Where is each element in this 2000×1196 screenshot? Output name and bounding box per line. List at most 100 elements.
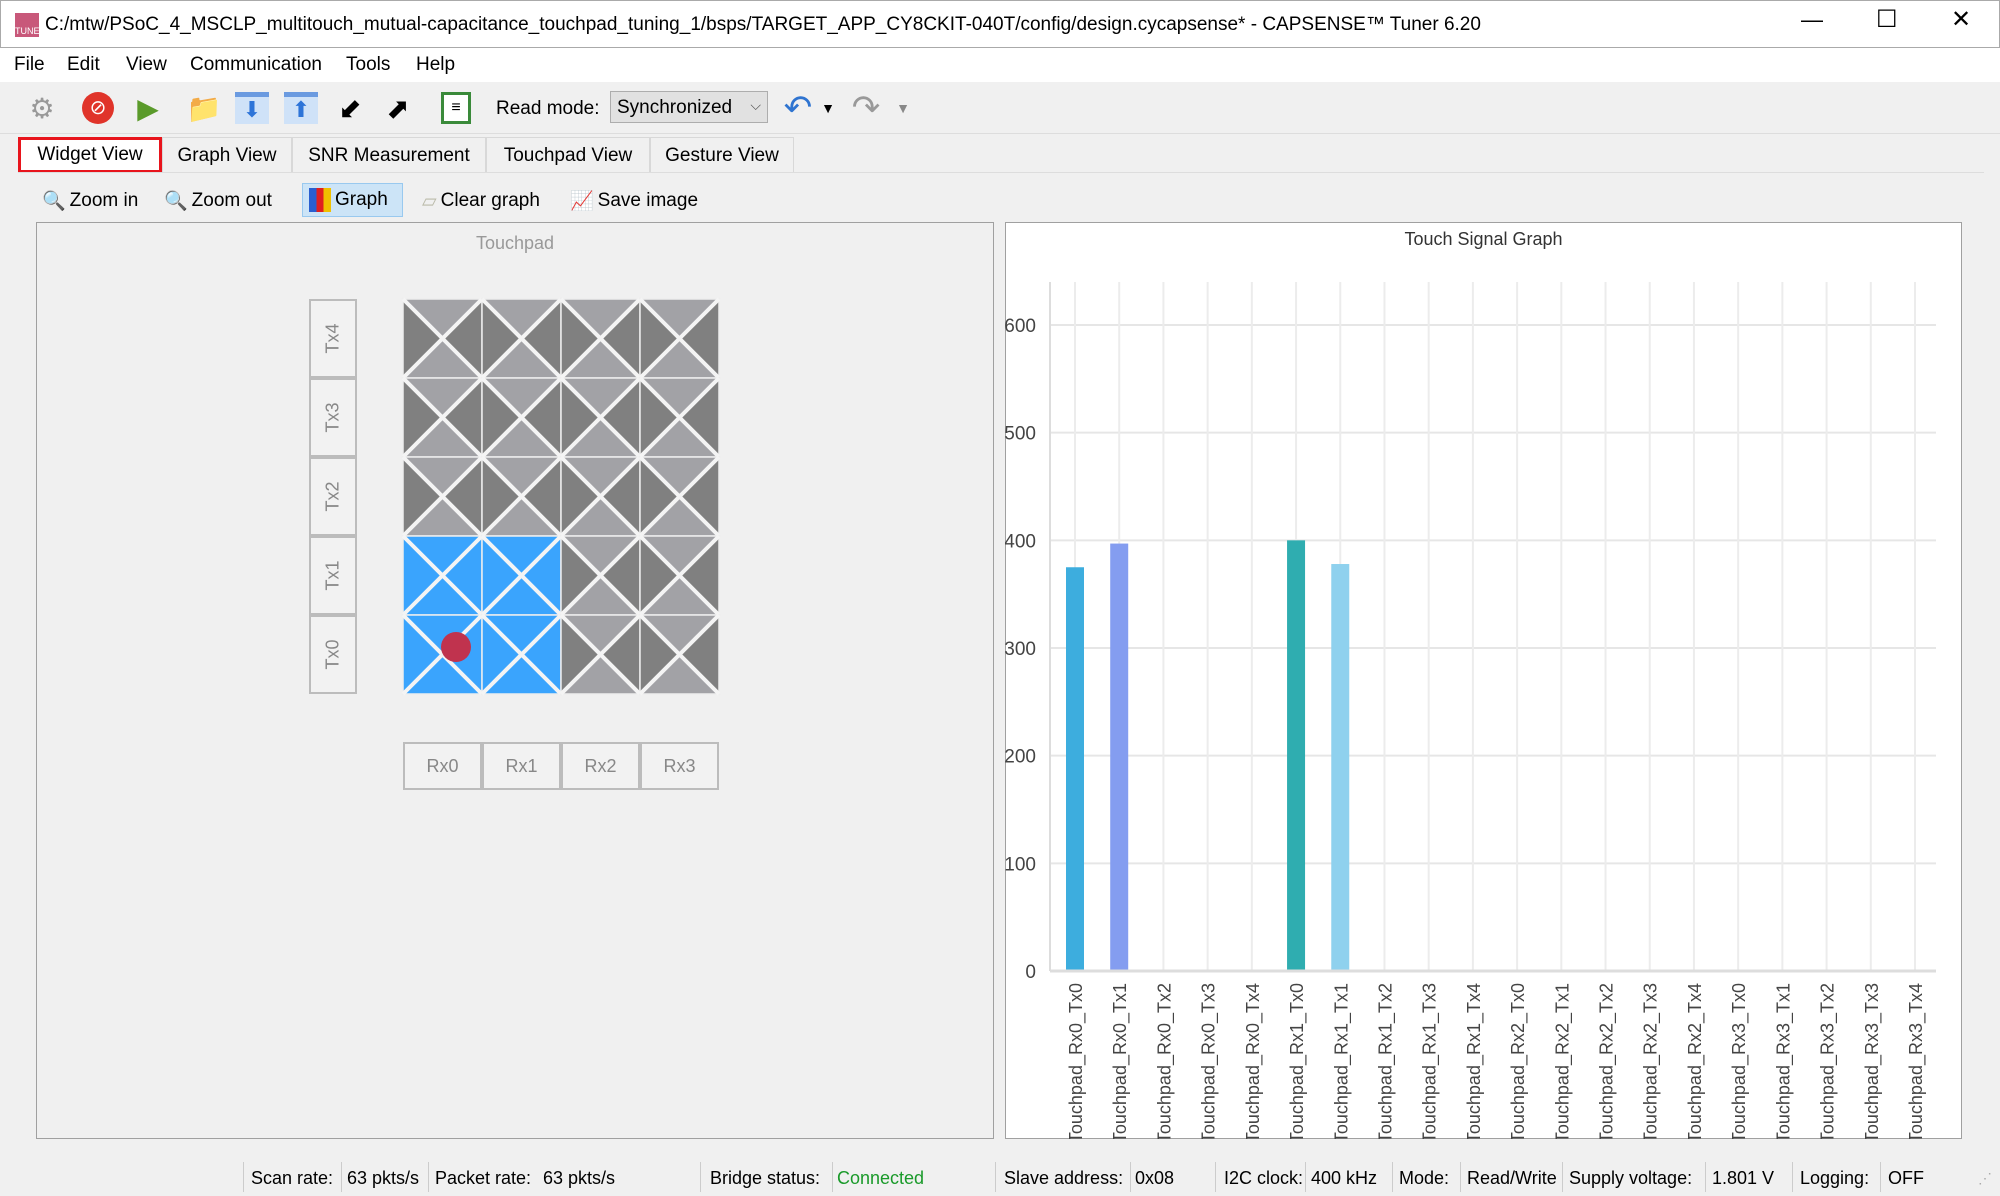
- tab-graph-view[interactable]: Graph View: [162, 137, 292, 173]
- rx-label-rx3[interactable]: Rx3: [640, 742, 719, 790]
- play-icon[interactable]: ▶: [130, 90, 166, 126]
- tx-label-tx3[interactable]: Tx3: [309, 378, 357, 457]
- cell-rx2-tx0[interactable]: [559, 613, 642, 696]
- menu-communication[interactable]: Communication: [190, 54, 322, 76]
- cell-rx0-tx4[interactable]: [401, 297, 484, 380]
- status-bridge-label: Bridge status:: [710, 1168, 821, 1188]
- export-icon[interactable]: ⬈: [380, 90, 416, 126]
- status-bridge: Connected: [837, 1168, 925, 1188]
- cell-rx2-tx1[interactable]: [559, 534, 642, 617]
- y-tick-label: 300: [1005, 639, 1036, 660]
- status-separator: [1130, 1162, 1131, 1192]
- bar-Touchpad_Rx1_Tx0: [1287, 540, 1306, 971]
- x-tick-label: Touchpad_Rx1_Tx2: [1375, 983, 1396, 1139]
- import-icon[interactable]: ⬋: [332, 90, 368, 126]
- cell-rx3-tx2[interactable]: [638, 455, 721, 538]
- cell-rx3-tx3[interactable]: [638, 376, 721, 459]
- download-icon: ⬇: [235, 92, 269, 124]
- download-button[interactable]: ⬇: [234, 90, 270, 126]
- zoom-in-button[interactable]: 🔍 Zoom in: [42, 186, 138, 216]
- tx-label-tx0[interactable]: Tx0: [309, 615, 357, 694]
- menu-tools[interactable]: Tools: [346, 54, 390, 76]
- x-tick-label: Touchpad_Rx1_Tx4: [1464, 983, 1485, 1139]
- zoom-in-label: Zoom in: [69, 190, 139, 211]
- minimize-button[interactable]: —: [1801, 7, 1823, 33]
- tab-gesture-view[interactable]: Gesture View: [650, 137, 794, 173]
- stop-icon: ⊘: [82, 92, 114, 124]
- save-image-button[interactable]: 📈 Save image: [570, 186, 698, 216]
- status-separator: [1392, 1162, 1393, 1192]
- gear-icon[interactable]: ⚙: [24, 90, 60, 126]
- redo-icon[interactable]: ↷: [848, 89, 884, 127]
- clear-graph-button[interactable]: ▱ Clear graph: [422, 186, 540, 216]
- tab-label: Widget View: [37, 144, 143, 165]
- cell-rx0-tx2[interactable]: [401, 455, 484, 538]
- resize-grip-icon[interactable]: ⋰: [1978, 1170, 1992, 1187]
- cell-rx3-tx4[interactable]: [638, 297, 721, 380]
- zoom-out-button[interactable]: 🔍 Zoom out: [164, 186, 272, 216]
- upload-button[interactable]: ⬆: [283, 90, 319, 126]
- menu-view[interactable]: View: [126, 54, 167, 76]
- tab-label: SNR Measurement: [308, 144, 470, 166]
- tx-label-tx2[interactable]: Tx2: [309, 457, 357, 536]
- tab-snr-measurement[interactable]: SNR Measurement: [292, 137, 486, 173]
- touchpad-widget[interactable]: [400, 296, 724, 700]
- menu-bar: File Edit View Communication Tools Help: [0, 48, 2000, 82]
- cell-rx0-tx3[interactable]: [401, 376, 484, 459]
- cell-rx1-tx1[interactable]: [480, 534, 563, 617]
- read-mode-select[interactable]: Synchronized ⌵: [610, 91, 768, 123]
- clear-graph-label: Clear graph: [440, 190, 540, 211]
- status-i2c-label: I2C clock:: [1224, 1168, 1304, 1188]
- zoom-out-icon: 🔍: [164, 191, 188, 212]
- menu-help[interactable]: Help: [416, 54, 455, 76]
- maximize-button[interactable]: ☐: [1876, 5, 1898, 34]
- cell-rx3-tx0[interactable]: [638, 613, 721, 696]
- graph-toggle-button[interactable]: Graph: [302, 183, 403, 217]
- cell-rx1-tx3[interactable]: [480, 376, 563, 459]
- cell-rx1-tx4[interactable]: [480, 297, 563, 380]
- menu-file[interactable]: File: [14, 54, 45, 76]
- bar-Touchpad_Rx0_Tx0: [1066, 567, 1084, 971]
- close-button[interactable]: ✕: [1951, 5, 1971, 34]
- tx-label-tx4[interactable]: Tx4: [309, 299, 357, 378]
- log-button[interactable]: ≡: [438, 90, 474, 126]
- status-separator: [243, 1162, 244, 1192]
- y-tick-label: 200: [1005, 747, 1036, 768]
- menu-edit[interactable]: Edit: [67, 54, 100, 76]
- status-separator: [1880, 1162, 1881, 1192]
- status-separator: [832, 1162, 833, 1192]
- status-supply-label: Supply voltage:: [1569, 1168, 1693, 1188]
- cell-rx2-tx2[interactable]: [559, 455, 642, 538]
- status-scan-rate-label: Scan rate:: [251, 1168, 334, 1188]
- undo-icon[interactable]: ↶: [780, 89, 816, 127]
- rx-label-rx2[interactable]: Rx2: [561, 742, 640, 790]
- undo-dropdown-icon[interactable]: ▼: [818, 90, 838, 126]
- cell-rx2-tx3[interactable]: [559, 376, 642, 459]
- status-separator: [341, 1162, 342, 1192]
- tab-widget-view[interactable]: Widget View: [18, 137, 162, 173]
- chevron-down-icon: ⌵: [750, 97, 761, 113]
- tx-label-text: Tx0: [322, 639, 343, 670]
- tx-label-text: Tx1: [322, 560, 343, 591]
- cell-rx0-tx1[interactable]: [401, 534, 484, 617]
- rx-label-rx0[interactable]: Rx0: [403, 742, 482, 790]
- cell-rx3-tx1[interactable]: [638, 534, 721, 617]
- status-separator: [995, 1162, 996, 1192]
- redo-dropdown-icon[interactable]: ▼: [893, 90, 913, 126]
- tx-label-tx1[interactable]: Tx1: [309, 536, 357, 615]
- x-tick-label: Touchpad_Rx3_Tx1: [1773, 983, 1794, 1139]
- status-separator: [1792, 1162, 1793, 1192]
- cell-rx2-tx4[interactable]: [559, 297, 642, 380]
- x-tick-label: Touchpad_Rx1_Tx0: [1287, 983, 1308, 1139]
- x-tick-label: Touchpad_Rx2_Tx2: [1597, 983, 1618, 1139]
- x-tick-label: Touchpad_Rx2_Tx1: [1552, 983, 1573, 1139]
- cell-rx0-tx0[interactable]: [401, 613, 484, 696]
- cell-rx1-tx0[interactable]: [480, 613, 563, 696]
- tab-touchpad-view[interactable]: Touchpad View: [486, 137, 650, 173]
- rx-label-rx1[interactable]: Rx1: [482, 742, 561, 790]
- tx-label-text: Tx3: [322, 402, 343, 433]
- x-tick-label: Touchpad_Rx1_Tx1: [1331, 983, 1352, 1139]
- cell-rx1-tx2[interactable]: [480, 455, 563, 538]
- stop-button[interactable]: ⊘: [80, 90, 116, 126]
- open-icon[interactable]: 📁: [186, 90, 222, 126]
